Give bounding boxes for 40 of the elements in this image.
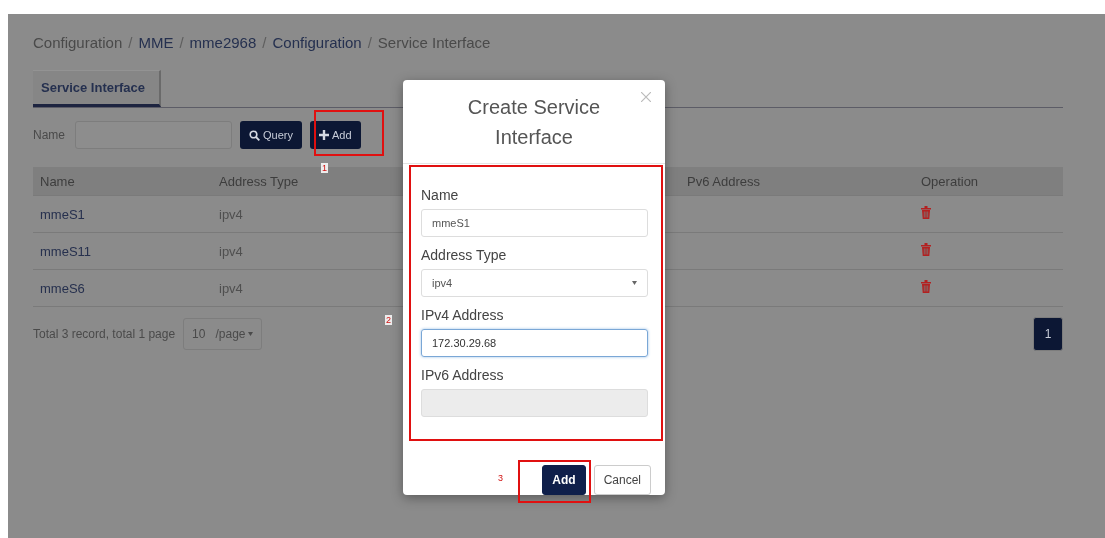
caret-icon (632, 281, 637, 285)
breadcrumb-separator: / (262, 33, 267, 51)
breadcrumb-link[interactable]: MME (138, 33, 174, 51)
address-type-select[interactable]: ipv4 (421, 269, 648, 297)
page-button[interactable]: 1 (1033, 317, 1063, 351)
field-label: IPv6 Address (421, 367, 505, 383)
breadcrumb-link[interactable]: Configuration (272, 33, 362, 51)
modal-title: Create Service Interface (466, 94, 602, 150)
input-field[interactable]: 172.30.29.68 (421, 329, 648, 357)
add-button[interactable]: Add (309, 121, 361, 149)
breadcrumb-link[interactable]: mme2968 (189, 33, 257, 51)
search-icon (249, 129, 260, 141)
table-cell: mmeS6 (33, 269, 212, 307)
record-summary: Total 3 record, total 1 page (33, 327, 176, 341)
callout-number: 3 (497, 473, 504, 483)
breadcrumb-separator: / (128, 33, 133, 51)
close-icon[interactable] (641, 92, 651, 102)
breadcrumb-separator: / (367, 33, 372, 51)
cancel-button[interactable]: Cancel (593, 465, 651, 495)
breadcrumb-separator: / (179, 33, 184, 51)
table-cell: mmeS1 (33, 195, 212, 233)
callout-number: 2 (385, 315, 392, 325)
column-header: Name (33, 167, 212, 196)
field-label: Address Type (421, 247, 508, 263)
delete-icon[interactable] (921, 280, 931, 293)
plus-icon (318, 130, 329, 140)
field-label: IPv4 Address (421, 307, 505, 323)
filter-label: Name (33, 128, 66, 142)
highlight-frame (314, 110, 384, 156)
input-field[interactable]: mmeS1 (421, 209, 648, 237)
add-button[interactable]: Add (542, 465, 586, 495)
column-header: Operation (914, 167, 1063, 196)
delete-icon[interactable] (921, 206, 931, 219)
callout-number: 1 (321, 163, 328, 173)
tab[interactable]: Service Interface (33, 70, 162, 107)
query-button[interactable]: Query (240, 121, 302, 149)
delete-icon[interactable] (921, 243, 931, 256)
column-header: Pv6 Address (687, 167, 914, 196)
table-cell: mmeS11 (33, 232, 212, 270)
caret-icon (248, 332, 254, 336)
